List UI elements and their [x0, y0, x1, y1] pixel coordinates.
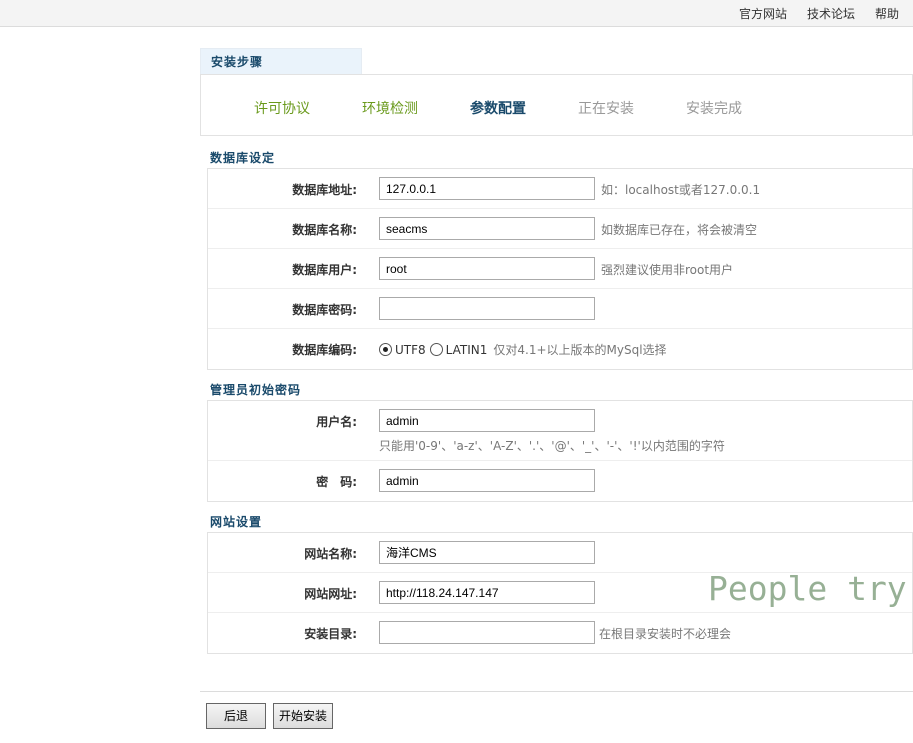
install-dir-hint: 在根目录安装时不必理会 [599, 627, 732, 641]
site-name-row: 网站名称: [208, 533, 912, 573]
admin-pass-row: 密 码: [208, 461, 912, 501]
db-panel: 数据库地址: 如：localhost或者127.0.0.1 数据库名称: 如数据… [207, 168, 913, 370]
db-encoding-options: UTF8 LATIN1 仅对4.1+以上版本的MySql选择 [379, 341, 667, 358]
utf8-label: UTF8 [395, 342, 426, 357]
db-host-label: 数据库地址: [292, 183, 357, 197]
db-name-row: 数据库名称: 如数据库已存在，将会被清空 [208, 209, 912, 249]
site-url-input[interactable] [379, 581, 595, 604]
db-name-input[interactable] [379, 217, 595, 240]
step-env-check: 环境检测 [362, 101, 418, 117]
start-install-button[interactable]: 开始安装 [273, 703, 333, 729]
install-dir-label: 安装目录: [304, 627, 357, 641]
latin1-radio[interactable] [429, 343, 443, 356]
install-dir-input[interactable] [379, 621, 595, 644]
step-license: 许可协议 [254, 101, 310, 117]
forum-link[interactable]: 技术论坛 [807, 5, 855, 22]
admin-user-label: 用户名: [316, 415, 357, 429]
db-user-input[interactable] [379, 257, 595, 280]
install-main: 安装步骤 许可协议 环境检测 参数配置 正在安装 安装完成 数据库设定 数据库地… [200, 48, 913, 654]
db-user-hint: 强烈建议使用非root用户 [601, 263, 734, 277]
watermark-text: People try t [708, 569, 913, 608]
db-host-input[interactable] [379, 177, 595, 200]
footer-divider [200, 691, 913, 692]
step-installing: 正在安装 [578, 101, 634, 117]
step-config: 参数配置 [470, 101, 526, 117]
db-encoding-row: 数据库编码: UTF8 LATIN1 仅对4.1+以上版本的MySql选择 [208, 329, 912, 369]
top-bar: 官方网站 技术论坛 帮助 [0, 0, 913, 27]
back-button[interactable]: 后退 [206, 703, 266, 729]
db-pass-row: 数据库密码: [208, 289, 912, 329]
db-user-label: 数据库用户: [292, 263, 357, 277]
step-complete: 安装完成 [686, 101, 742, 117]
admin-section-title: 管理员初始密码 [210, 383, 302, 397]
admin-pass-input[interactable] [379, 469, 595, 492]
db-encoding-hint: 仅对4.1+以上版本的MySql选择 [493, 343, 667, 357]
db-pass-input[interactable] [379, 297, 595, 320]
site-section-title: 网站设置 [210, 515, 263, 529]
help-link[interactable]: 帮助 [875, 5, 899, 22]
db-host-hint: 如：localhost或者127.0.0.1 [601, 183, 761, 197]
db-encoding-label: 数据库编码: [292, 343, 357, 357]
steps-title: 安装步骤 [200, 48, 362, 74]
site-name-input[interactable] [379, 541, 595, 564]
admin-user-row: 用户名: 只能用'0-9'、'a-z'、'A-Z'、'.'、'@'、'_'、'-… [208, 401, 912, 461]
admin-pass-label: 密 码: [316, 475, 357, 489]
admin-panel: 用户名: 只能用'0-9'、'a-z'、'A-Z'、'.'、'@'、'_'、'-… [207, 400, 913, 502]
install-dir-row: 安装目录: 在根目录安装时不必理会 [208, 613, 912, 653]
utf8-radio[interactable] [379, 343, 392, 356]
db-pass-label: 数据库密码: [292, 303, 357, 317]
top-links: 官方网站 技术论坛 帮助 [733, 0, 913, 27]
db-user-row: 数据库用户: 强烈建议使用非root用户 [208, 249, 912, 289]
admin-user-hint: 只能用'0-9'、'a-z'、'A-Z'、'.'、'@'、'_'、'-'、'!'… [379, 439, 725, 453]
site-name-label: 网站名称: [304, 547, 357, 561]
official-site-link[interactable]: 官方网站 [739, 5, 787, 22]
db-section-title: 数据库设定 [210, 151, 276, 165]
db-name-hint: 如数据库已存在，将会被清空 [601, 223, 758, 237]
db-host-row: 数据库地址: 如：localhost或者127.0.0.1 [208, 169, 912, 209]
steps-bar: 许可协议 环境检测 参数配置 正在安装 安装完成 [200, 74, 913, 136]
db-name-label: 数据库名称: [292, 223, 357, 237]
admin-user-input[interactable] [379, 409, 595, 432]
latin1-label: LATIN1 [445, 342, 488, 357]
site-url-label: 网站网址: [304, 587, 357, 601]
